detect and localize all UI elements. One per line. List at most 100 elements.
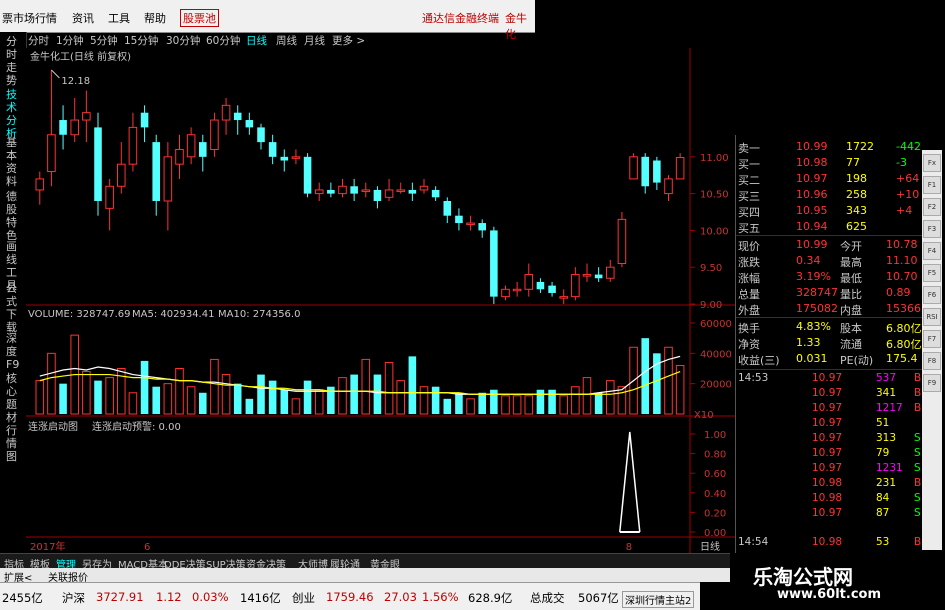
toolbar-icon-10[interactable]: F9 xyxy=(923,374,941,392)
menu-tools[interactable]: 工具 xyxy=(108,10,130,26)
tick-side: S xyxy=(914,462,921,474)
period-tab-4[interactable]: 30分钟 xyxy=(166,33,200,48)
period-tab-7[interactable]: 周线 xyxy=(276,33,297,48)
tick-volume: 53 xyxy=(876,536,890,548)
toolbar-icon-8[interactable]: F7 xyxy=(923,330,941,348)
order-book-price: 10.99 xyxy=(796,140,828,153)
price-axis-tick: 10.50 xyxy=(700,190,729,201)
extension-bar: 扩展< 关联报价 xyxy=(0,568,730,584)
period-tab-1[interactable]: 1分钟 xyxy=(56,33,84,48)
left-tab-2[interactable]: 基本资料 xyxy=(6,136,20,188)
order-book-volume: 625 xyxy=(846,220,867,233)
tick-side: B xyxy=(914,372,922,384)
left-tab-8[interactable]: 行情图 xyxy=(6,424,20,463)
toolbar-icon-3[interactable]: F3 xyxy=(923,220,941,238)
date-label-end: 8 xyxy=(626,542,632,553)
stat-value: 6.80亿 xyxy=(886,322,922,335)
divider xyxy=(736,235,926,236)
order-book-label: 买五 xyxy=(738,222,760,235)
indicator-axis-tick: 0.80 xyxy=(704,450,726,461)
stat-label: 股本 xyxy=(840,322,862,335)
stat-row: 净资 1.33 流通 6.80亿 xyxy=(736,335,926,351)
left-tab-0[interactable]: 分时走势 xyxy=(6,35,20,87)
toolbar-icon-1[interactable]: F1 xyxy=(923,176,941,194)
tick-price: 10.97 xyxy=(812,507,843,519)
tick-price: 10.97 xyxy=(812,387,843,399)
stat-label: 涨幅 xyxy=(738,272,760,285)
tick-row: 14:54 10.98 53 B xyxy=(736,535,926,550)
volume-bar xyxy=(245,398,254,414)
volume-axis-multiplier: X10 xyxy=(694,410,714,421)
order-book-change: -3 xyxy=(896,156,907,169)
left-tab-6[interactable]: 深度F9 xyxy=(6,332,20,371)
stat-value: 0.031 xyxy=(796,352,828,365)
order-book-volume: 198 xyxy=(846,172,867,185)
indicator-axis-tick: 0.40 xyxy=(704,489,726,500)
indicator-signal: 连涨启动预警: 0.00 xyxy=(92,420,181,433)
left-tab-1[interactable]: 技术分析 xyxy=(6,88,20,140)
period-tab-2[interactable]: 5分钟 xyxy=(90,33,118,48)
left-tab-7[interactable]: 核心题材 xyxy=(6,372,20,424)
order-book-price: 10.96 xyxy=(796,188,828,201)
toolbar-icon-6[interactable]: F6 xyxy=(923,286,941,304)
tick-price: 10.98 xyxy=(812,492,843,504)
stat-value: 0.34 xyxy=(796,254,821,267)
period-tab-6[interactable]: 日线 xyxy=(246,33,267,48)
stat-label: PE(动) xyxy=(840,354,874,367)
order-book-label: 卖一 xyxy=(738,142,760,155)
stock-pool-button[interactable]: 股票池 xyxy=(180,9,219,27)
volume-bar xyxy=(443,398,452,414)
volume-bar xyxy=(280,389,289,414)
toolbar-icon-7[interactable]: RSI xyxy=(923,308,941,326)
server-name[interactable]: 深圳行情主站2 xyxy=(622,591,695,608)
left-tab-5[interactable]: 公式下载 xyxy=(6,282,20,334)
period-tab-3[interactable]: 15分钟 xyxy=(124,33,158,48)
tick-side: B xyxy=(914,402,922,414)
candle xyxy=(617,212,627,268)
volume-bar xyxy=(571,386,580,415)
volume-bar xyxy=(396,380,405,415)
period-tab-0[interactable]: 分时 xyxy=(28,33,49,48)
sh-index-change: 1.12 xyxy=(156,590,182,604)
tick-price: 10.97 xyxy=(812,417,843,429)
volume-bar xyxy=(536,389,545,414)
menu-help[interactable]: 帮助 xyxy=(144,10,166,26)
stat-value: 10.99 xyxy=(796,238,828,251)
sh-index-label: 沪深 xyxy=(62,591,85,605)
period-tab-8[interactable]: 月线 xyxy=(304,33,325,48)
period-label: 日线 xyxy=(700,540,720,553)
order-book-label: 买四 xyxy=(738,206,760,219)
stat-label: 最高 xyxy=(840,256,862,269)
toolbar-icon-4[interactable]: F4 xyxy=(923,242,941,260)
menu-news[interactable]: 资讯 xyxy=(72,10,94,26)
market-amount-3: 628.9亿 xyxy=(468,591,513,605)
volume-bar xyxy=(559,395,568,415)
menu-market[interactable]: 票市场行情 xyxy=(2,10,57,26)
tick-price: 10.97 xyxy=(812,462,843,474)
candle xyxy=(303,153,312,198)
toolbar-icon-0[interactable]: Fx xyxy=(923,154,941,172)
order-book-label: 买一 xyxy=(738,158,760,171)
tick-row: 10.97 1231 S xyxy=(736,461,926,476)
menu-bar: 票市场行情 资讯 工具 帮助 股票池 通达信金融终端 金牛化 xyxy=(0,0,535,41)
volume-bar xyxy=(466,398,475,415)
period-tab-9[interactable]: 更多 > xyxy=(332,33,365,48)
status-bar: 2455亿 沪深 3727.91 1.12 0.03% 1416亿 创业 175… xyxy=(0,582,700,610)
broker-title: 通达信金融终端 xyxy=(422,12,499,25)
stat-label: 量比 xyxy=(840,288,862,301)
toolbar-icon-2[interactable]: F2 xyxy=(923,198,941,216)
stat-value: 175.4 xyxy=(886,352,918,365)
indicator-label: 连涨启动图 xyxy=(28,420,78,433)
toolbar-icon-9[interactable]: F8 xyxy=(923,352,941,370)
toolbar-icon-5[interactable]: F5 xyxy=(923,264,941,282)
volume-bar xyxy=(59,383,67,414)
market-amount-2: 1416亿 xyxy=(240,591,281,605)
watermark-url: www.60lt.com xyxy=(777,587,882,602)
volume-bar xyxy=(606,380,615,415)
period-tab-5[interactable]: 60分钟 xyxy=(206,33,240,48)
volume-bar xyxy=(35,380,45,415)
volume-bar xyxy=(210,358,219,415)
stat-label: 换手 xyxy=(738,322,760,335)
left-tab-3[interactable]: 德股特色 xyxy=(6,190,20,242)
stat-value: 1.33 xyxy=(796,336,821,349)
